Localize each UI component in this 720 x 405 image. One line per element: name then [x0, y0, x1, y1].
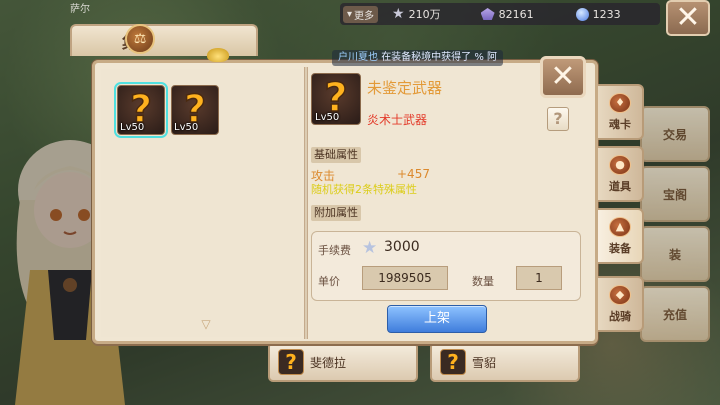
gem-resource: 82161 — [480, 7, 534, 21]
bag-icon: ● — [609, 154, 631, 175]
star-icon: ★ — [362, 238, 378, 258]
orb-icon — [575, 7, 589, 21]
bg-tab-label: 装 — [668, 247, 681, 262]
dialog-close-button[interactable]: ✕ — [540, 56, 586, 98]
more-label: 更多 — [354, 10, 375, 22]
price-input[interactable]: 1989505 — [362, 266, 448, 290]
corner-label: 萨尔 — [70, 4, 90, 15]
tab-label: 战骑 — [609, 309, 631, 323]
tab-soul-card[interactable]: ♦ 魂卡 — [598, 84, 644, 140]
bg-tab-treasure[interactable]: 宝阁 — [640, 166, 710, 222]
tab-label: 魂卡 — [609, 117, 631, 131]
market-header: 集市 — [70, 24, 258, 56]
quantity-input[interactable]: 1 — [516, 266, 562, 290]
attr-note: 随机获得2条特殊属性 — [311, 183, 417, 196]
gem-icon — [480, 8, 495, 20]
list-item-button[interactable]: 上架 — [387, 305, 487, 333]
unknown-item-icon: ? — [440, 349, 466, 375]
tab-equipment[interactable]: ▲ 装备 — [598, 208, 644, 264]
chevron-down-icon: ▾ — [347, 8, 353, 20]
help-button[interactable]: ? — [547, 107, 569, 131]
main-close-button[interactable]: ✕ — [666, 0, 710, 36]
attr-value: +457 — [397, 167, 430, 181]
pane-divider — [304, 67, 308, 339]
magic-lamp-icon — [207, 48, 229, 62]
item-level: Lv50 — [315, 112, 340, 123]
bg-tab-equip[interactable]: 装 — [640, 226, 710, 282]
more-button[interactable]: ▾ 更多 — [343, 5, 379, 23]
price-label: 单价 — [318, 275, 340, 288]
unknown-item-icon: ? — [278, 349, 304, 375]
bg-tab-label: 交易 — [662, 127, 687, 142]
notice-player: 户川夏也 — [338, 52, 378, 63]
inventory-pane: ? Lv50 ? Lv50 ▽ — [101, 69, 301, 337]
tab-label: 装备 — [609, 241, 631, 255]
card-icon: ♦ — [609, 92, 631, 113]
system-notice: 户川夏也 在装备秘境中获得了 % 阿 — [332, 50, 504, 66]
bg-tab-label: 充值 — [662, 307, 687, 322]
item-preview: ? Lv50 — [311, 73, 361, 125]
helmet-icon: ▲ — [609, 216, 631, 237]
extra-attr-label: 附加属性 — [311, 205, 361, 221]
listing-card[interactable]: ? 雪貂 — [430, 342, 580, 382]
tab-mount[interactable]: ◆ 战骑 — [598, 276, 644, 332]
bg-tab-recharge[interactable]: 充值 — [640, 286, 710, 342]
resource-bar: ▾ 更多 ★ 210万 82161 1233 — [340, 3, 660, 25]
notice-suffix: % 阿 — [474, 52, 498, 63]
star-resource: ★ 210万 — [392, 6, 441, 22]
quantity-label: 数量 — [472, 275, 494, 288]
listing-card[interactable]: ? 斐德拉 — [268, 342, 418, 382]
orb-value: 1233 — [592, 7, 621, 21]
slot-level: Lv50 — [174, 122, 199, 133]
inventory-slot[interactable]: ? Lv50 — [114, 82, 168, 138]
item-class: 炎术士武器 — [367, 113, 428, 127]
inventory-slot[interactable]: ? Lv50 — [171, 85, 219, 135]
tab-label: 道具 — [609, 179, 631, 193]
star-value: 210万 — [408, 8, 441, 21]
item-detail-pane: ? Lv50 未鉴定武器 炎术士武器 ? 基础属性 攻击 +457 随机获得2条… — [311, 67, 593, 339]
base-attr-label: 基础属性 — [311, 147, 361, 163]
bg-tab-trade[interactable]: 交易 — [640, 106, 710, 162]
fee-value: 3000 — [384, 239, 420, 255]
mount-icon: ◆ — [609, 284, 631, 305]
scroll-down-icon[interactable]: ▽ — [197, 318, 215, 330]
notice-text: 在装备秘境中获得了 — [381, 52, 475, 63]
slot-level: Lv50 — [120, 122, 145, 133]
orb-resource: 1233 — [575, 7, 621, 21]
listing-name: 斐德拉 — [310, 355, 347, 370]
item-name: 未鉴定武器 — [367, 79, 443, 97]
sell-dialog: ? Lv50 ? Lv50 ▽ ? Lv50 未鉴定武器 炎术士武器 ? 基础属… — [92, 60, 598, 344]
sale-form: 手续费 ★ 3000 单价 1989505 数量 1 — [311, 231, 581, 301]
gem-value: 82161 — [498, 7, 534, 21]
fee-label: 手续费 — [318, 244, 351, 257]
tab-props[interactable]: ● 道具 — [598, 146, 644, 202]
listing-name: 雪貂 — [472, 355, 497, 370]
star-icon: ★ — [392, 6, 405, 22]
market-emblem-icon: ⚖ — [125, 24, 155, 54]
bg-tab-label: 宝阁 — [662, 187, 687, 202]
